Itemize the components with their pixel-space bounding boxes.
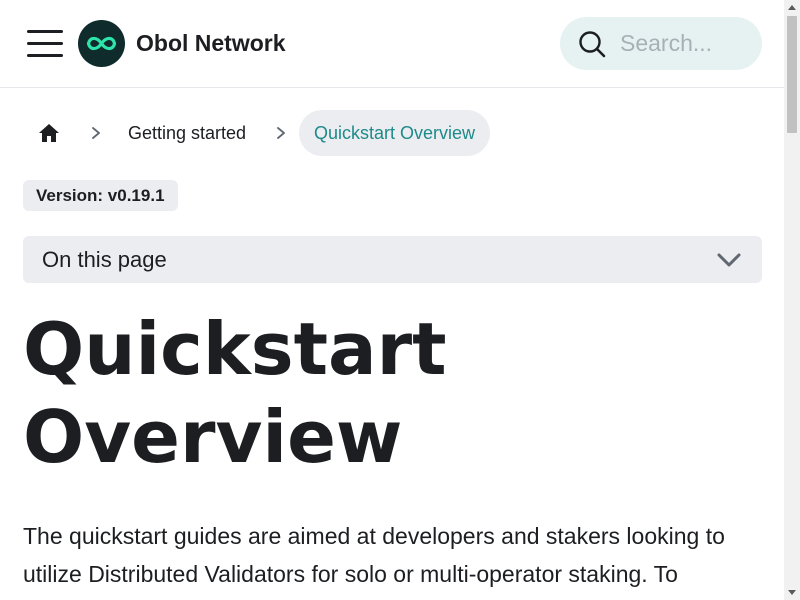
breadcrumb-getting-started[interactable]: Getting started	[128, 110, 246, 156]
search-box[interactable]	[560, 17, 762, 70]
toc-toggle[interactable]: On this page	[23, 236, 762, 283]
search-input[interactable]	[618, 27, 752, 60]
version-badge: Version: v0.19.1	[23, 180, 178, 211]
chevron-right-icon	[92, 127, 100, 139]
intro-paragraph: The quickstart guides are aimed at devel…	[23, 523, 725, 587]
navbar: Obol Network	[0, 0, 784, 88]
chevron-down-icon	[717, 253, 741, 267]
scroll-thumb[interactable]	[787, 16, 797, 133]
scroll-down-arrow-icon[interactable]	[788, 590, 796, 595]
scroll-up-arrow-icon[interactable]	[788, 5, 796, 10]
home-icon[interactable]	[37, 121, 61, 145]
page-scrollbar[interactable]	[784, 0, 800, 600]
toc-label: On this page	[42, 247, 167, 272]
brand-logo[interactable]	[78, 20, 125, 67]
brand-name[interactable]: Obol Network	[136, 30, 286, 56]
search-icon	[579, 31, 606, 58]
hamburger-icon[interactable]	[26, 28, 64, 58]
infinity-logo-icon	[86, 36, 117, 51]
page-title: Quickstart Overview	[23, 307, 447, 479]
chevron-right-icon	[277, 127, 285, 139]
breadcrumb-current: Quickstart Overview	[299, 110, 491, 156]
